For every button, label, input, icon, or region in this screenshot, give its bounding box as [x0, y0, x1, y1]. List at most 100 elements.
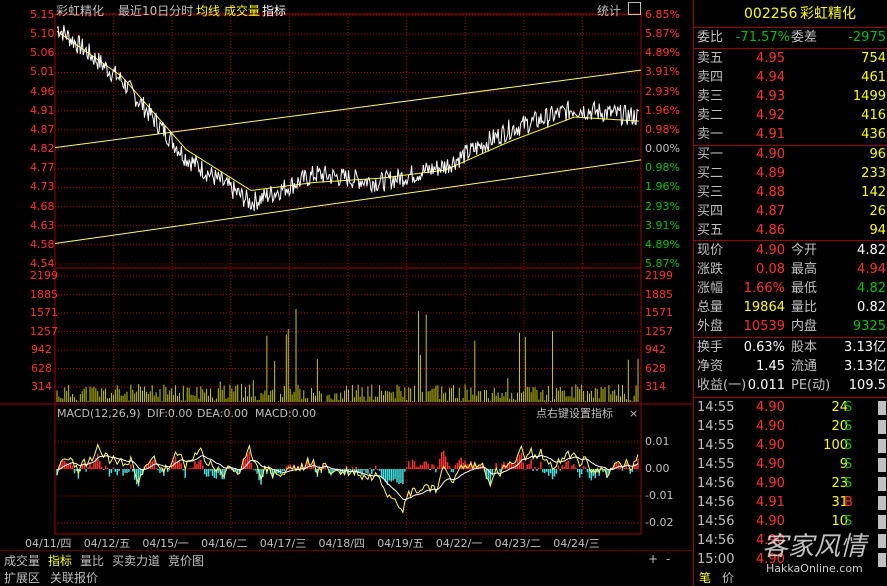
trade-scrollbar[interactable]: [878, 439, 886, 453]
ask-price: 4.93: [756, 89, 785, 104]
tab-pen[interactable]: 笔: [699, 569, 711, 586]
fin-label: 流通: [791, 359, 818, 374]
tab-price[interactable]: 价: [722, 569, 734, 586]
bid-label: 买三: [697, 185, 724, 200]
trade-scrollbar[interactable]: [878, 515, 886, 529]
volume-axis-label: 1885: [30, 287, 58, 301]
quote-label: 涨幅: [697, 281, 724, 296]
wecha-value: -2975: [848, 30, 886, 45]
bid-price: 4.88: [756, 185, 785, 200]
pct-axis-label: 1.96%: [645, 103, 680, 117]
trade-row: 14:55 4.90 9 S: [694, 456, 887, 474]
pct-axis-label: 0.00%: [645, 142, 680, 156]
volume-label[interactable]: 成交量: [224, 2, 260, 19]
fin-value: 1.45: [756, 359, 785, 374]
ask-label: 卖二: [697, 108, 724, 123]
wecha-label: 委差: [791, 30, 818, 45]
price-axis-label: 4.68: [30, 199, 55, 213]
tab-1[interactable]: 指标: [46, 552, 74, 569]
stock-name: 彩虹精化: [800, 6, 856, 22]
macd-axis-label: -0.02: [645, 516, 674, 529]
volume-axis-label: 2199: [645, 269, 673, 282]
quote-label: 涨跌: [697, 262, 724, 277]
quote-panel: 002256 彩虹精化 委比 -71.57% 委差 -2975 卖五 4.95 75…: [693, 0, 887, 586]
pct-axis-label: 5.87%: [645, 27, 680, 41]
tab-extend-area[interactable]: 扩展区: [2, 569, 42, 586]
tab-3[interactable]: 买卖力道: [110, 552, 162, 569]
price-axis-label: 4.77: [30, 161, 55, 175]
trade-scrollbar[interactable]: [878, 553, 886, 567]
trade-direction: S: [844, 419, 853, 434]
ask-label: 卖三: [697, 89, 724, 104]
date-axis-label: 04/12/五: [83, 537, 131, 550]
quote-value: 4.82: [857, 281, 886, 296]
zoom-in-button[interactable]: +: [646, 552, 660, 566]
trade-price: 4.90: [756, 457, 785, 472]
chart-canvas[interactable]: [0, 0, 692, 550]
bid-label: 买五: [697, 223, 724, 238]
zoom-out-button[interactable]: -: [664, 552, 672, 566]
indicator-label[interactable]: 指标: [262, 2, 286, 19]
quote-value: 4.94: [857, 262, 886, 277]
fin-value: 109.5: [848, 378, 886, 393]
quote-label: 今开: [791, 243, 818, 258]
trade-scrollbar[interactable]: [878, 477, 886, 491]
ask-label: 卖一: [697, 127, 724, 142]
webi-value: -71.57%: [735, 30, 790, 45]
date-axis-label: 04/24/三: [553, 537, 600, 550]
trade-scrollbar[interactable]: [878, 420, 886, 434]
trade-direction: S: [844, 438, 853, 453]
macd-close-icon[interactable]: ×: [629, 408, 638, 420]
ask-volume: 416: [861, 108, 886, 123]
trade-direction: S: [844, 400, 853, 415]
settings-icon[interactable]: [628, 2, 641, 15]
quote-value: 10539: [743, 319, 785, 334]
pct-axis-label: 4.89%: [645, 46, 680, 60]
trade-direction: B: [844, 495, 853, 510]
fin-row: 换手 0.63% 股本 3.13亿: [694, 339, 887, 357]
trade-time: 14:56: [697, 495, 735, 510]
intraday-chart[interactable]: 彩虹精化 最近10日分时 均线 成交量 指标 统计 5.15 5.10 5.06 5.…: [0, 0, 692, 550]
stats-button[interactable]: 统计: [597, 2, 621, 19]
watermark-url: HakkaOnline.com: [766, 562, 863, 575]
bid-row: 买三 4.88 142: [694, 184, 887, 202]
avg-line-label[interactable]: 均线: [196, 2, 220, 19]
ask-row: 卖四 4.94 461: [694, 69, 887, 87]
trade-price: 4.90: [756, 476, 785, 491]
quote-row: 现价 4.90 今开 4.82: [694, 242, 887, 260]
trade-direction: S: [844, 457, 853, 472]
bid-price: 4.87: [756, 204, 785, 219]
quote-row: 总量 19864 量比 0.82: [694, 299, 887, 317]
fin-value: 3.13亿: [844, 340, 886, 355]
tab-4[interactable]: 竞价图: [166, 552, 206, 569]
tab-2[interactable]: 量比: [78, 552, 106, 569]
volume-axis-label: 942: [31, 343, 52, 356]
fin-value: 0.011: [747, 378, 785, 393]
macd-settings-hint[interactable]: 点右键设置指标: [536, 408, 613, 420]
trade-scrollbar[interactable]: [878, 401, 886, 415]
ask-row: 卖三 4.93 1499: [694, 88, 887, 106]
bid-row: 买五 4.86 94: [694, 222, 887, 240]
bid-price: 4.89: [756, 166, 785, 181]
bid-label: 买四: [697, 204, 724, 219]
tab-related-quote[interactable]: 关联报价: [48, 569, 100, 586]
fin-row: 净资 1.45 流通 3.13亿: [694, 358, 887, 376]
price-axis-label: 4.63: [30, 218, 55, 232]
trade-time: 14:56: [697, 476, 735, 491]
macd-dea: DEA:0.00: [197, 407, 248, 420]
trade-scrollbar[interactable]: [878, 458, 886, 472]
trade-time: 14:56: [697, 514, 735, 529]
chart-period[interactable]: 最近10日分时: [118, 2, 193, 19]
tab-0[interactable]: 成交量: [2, 552, 42, 569]
quote-value: 9325: [852, 319, 886, 334]
ask-row: 卖二 4.92 416: [694, 107, 887, 125]
quote-label: 外盘: [697, 319, 724, 334]
bid-volume: 233: [861, 166, 886, 181]
trade-scrollbar[interactable]: [878, 534, 886, 548]
trade-scrollbar[interactable]: [878, 496, 886, 510]
macd-axis-label: -0.01: [645, 489, 674, 502]
quote-label: 量比: [791, 300, 818, 315]
date-axis-label: 04/17/三: [259, 537, 307, 550]
date-axis-label: 04/23/二: [494, 537, 541, 550]
trade-price: 4.90: [756, 400, 785, 415]
